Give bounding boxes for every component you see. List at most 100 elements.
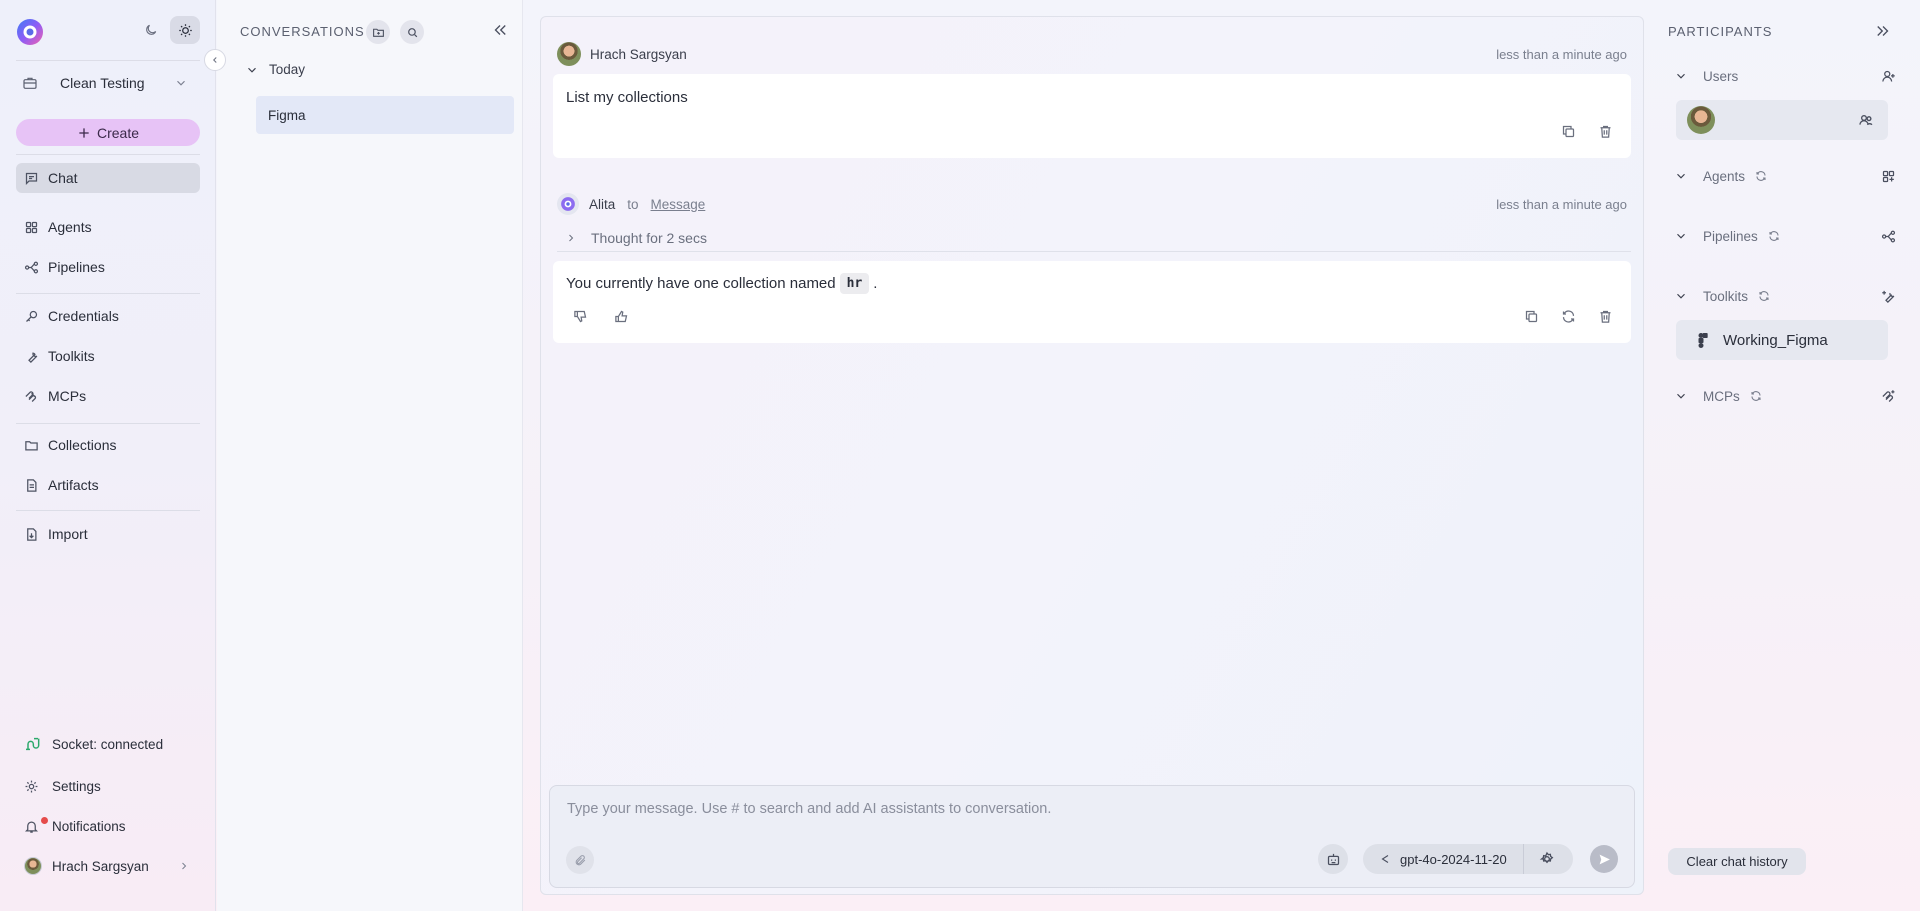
section-agents[interactable]: Agents xyxy=(1674,164,1896,188)
refresh-icon[interactable] xyxy=(1758,290,1770,302)
conversations-title: CONVERSATIONS xyxy=(240,24,365,39)
import-icon xyxy=(24,527,40,542)
nav-item-credentials[interactable]: Credentials xyxy=(16,301,200,331)
mcp-icon xyxy=(24,389,40,404)
nav-item-pipelines[interactable]: Pipelines xyxy=(16,252,200,282)
collapse-sidebar-button[interactable] xyxy=(204,49,226,71)
regenerate-icon[interactable] xyxy=(1561,309,1576,324)
project-selector[interactable]: Clean Testing xyxy=(16,66,200,100)
model-settings-gear-icon[interactable] xyxy=(1539,851,1555,867)
nav-item-toolkits[interactable]: Toolkits xyxy=(16,341,200,371)
message-header: Alita to Message less than a minute ago xyxy=(557,191,1627,217)
search-conversations-button[interactable] xyxy=(400,20,424,44)
nav-label: Chat xyxy=(48,170,78,186)
user-menu[interactable]: Hrach Sargsyan xyxy=(16,852,200,880)
nav-item-artifacts[interactable]: Artifacts xyxy=(16,470,200,500)
collapse-participants-button[interactable] xyxy=(1874,22,1892,40)
section-pipelines[interactable]: Pipelines xyxy=(1674,224,1896,248)
clear-chat-history-label: Clear chat history xyxy=(1686,854,1788,869)
participant-user-card[interactable] xyxy=(1676,100,1888,140)
chevron-right-icon xyxy=(178,860,190,872)
refresh-icon[interactable] xyxy=(1750,390,1762,402)
section-mcps[interactable]: MCPs xyxy=(1674,384,1896,408)
settings-link[interactable]: Settings xyxy=(16,772,200,800)
section-label: Pipelines xyxy=(1703,228,1758,244)
message-to-label: to xyxy=(627,196,639,212)
divider xyxy=(16,510,200,511)
socket-status: Socket: connected xyxy=(16,730,200,758)
user-avatar xyxy=(1687,106,1715,134)
message-target-link[interactable]: Message xyxy=(651,197,706,212)
chevron-down-icon xyxy=(1674,289,1688,303)
send-button[interactable] xyxy=(1590,845,1618,873)
section-label: Toolkits xyxy=(1703,288,1749,304)
group-label: Today xyxy=(269,62,306,77)
refresh-icon[interactable] xyxy=(1755,170,1767,182)
assistant-button[interactable] xyxy=(1318,844,1348,874)
add-mcp-icon[interactable] xyxy=(1881,389,1896,404)
nav-label: Collections xyxy=(48,437,117,453)
create-button[interactable]: Create xyxy=(16,119,200,146)
attach-button[interactable] xyxy=(566,846,594,874)
settings-label: Settings xyxy=(52,778,101,794)
model-name: gpt-4o-2024-11-20 xyxy=(1400,851,1507,867)
nav-item-collections[interactable]: Collections xyxy=(16,430,200,460)
refresh-icon[interactable] xyxy=(1768,230,1780,242)
message-author: Hrach Sargsyan xyxy=(590,46,687,62)
chevron-right-icon xyxy=(565,232,577,244)
section-toolkits[interactable]: Toolkits xyxy=(1674,284,1896,308)
notification-dot xyxy=(41,816,48,824)
app-logo[interactable] xyxy=(16,18,44,46)
conversation-item[interactable]: Figma xyxy=(256,96,514,134)
folder-icon xyxy=(24,438,40,453)
dark-mode-moon-icon[interactable] xyxy=(136,16,166,44)
briefcase-icon xyxy=(22,75,44,91)
message-time: less than a minute ago xyxy=(1496,196,1627,212)
agent-avatar xyxy=(557,193,579,215)
nav-item-mcps[interactable]: MCPs xyxy=(16,381,200,411)
user-name: Hrach Sargsyan xyxy=(52,858,149,874)
message-input-placeholder[interactable]: Type your message. Use # to search and a… xyxy=(567,801,1051,817)
nav-item-import[interactable]: Import xyxy=(16,519,200,549)
users-group-icon[interactable] xyxy=(1858,112,1874,128)
nav-item-agents[interactable]: Agents xyxy=(16,212,200,242)
add-pipeline-icon[interactable] xyxy=(1881,229,1896,244)
new-folder-button[interactable] xyxy=(366,20,390,44)
thumbs-up-icon[interactable] xyxy=(614,309,629,324)
message-header: Hrach Sargsyan less than a minute ago xyxy=(557,41,1627,67)
create-button-label: Create xyxy=(96,124,140,141)
model-selector[interactable]: gpt-4o-2024-11-20 xyxy=(1363,844,1573,874)
collapse-conversations-button[interactable] xyxy=(491,21,509,39)
add-toolkit-icon[interactable] xyxy=(1881,289,1896,304)
inline-code: hr xyxy=(839,273,870,294)
nav-label: Credentials xyxy=(48,308,119,324)
sidebar: Clean Testing Create Chat Agents Pipelin… xyxy=(0,0,216,911)
pipeline-icon xyxy=(24,260,40,275)
nav-item-chat[interactable]: Chat xyxy=(16,163,200,193)
copy-icon[interactable] xyxy=(1524,309,1539,324)
project-name: Clean Testing xyxy=(60,75,145,91)
toolkit-item[interactable]: Working_Figma xyxy=(1676,320,1888,360)
conversation-group-today[interactable]: Today xyxy=(245,62,305,77)
copy-icon[interactable] xyxy=(1561,124,1576,139)
gear-icon xyxy=(24,779,42,794)
user-avatar xyxy=(557,42,581,66)
add-agent-icon[interactable] xyxy=(1881,169,1896,184)
delete-icon[interactable] xyxy=(1598,124,1613,139)
chevron-down-icon xyxy=(1674,229,1688,243)
nav-label: Toolkits xyxy=(48,348,95,364)
paperclip-icon xyxy=(575,854,585,865)
message-author: Alita xyxy=(589,196,616,212)
add-user-icon[interactable] xyxy=(1881,69,1896,84)
thumbs-down-icon[interactable] xyxy=(573,309,588,324)
divider xyxy=(16,423,200,424)
theme-switch xyxy=(136,16,200,44)
message-input-box[interactable]: Type your message. Use # to search and a… xyxy=(549,785,1635,888)
section-users[interactable]: Users xyxy=(1674,64,1896,88)
thought-toggle[interactable]: Thought for 2 secs xyxy=(557,224,1631,252)
delete-icon[interactable] xyxy=(1598,309,1613,324)
notifications-link[interactable]: Notifications xyxy=(16,812,200,840)
light-mode-sun-icon[interactable] xyxy=(170,16,200,44)
message-text: You currently have one collection named … xyxy=(566,273,877,294)
clear-chat-history-button[interactable]: Clear chat history xyxy=(1668,848,1806,875)
